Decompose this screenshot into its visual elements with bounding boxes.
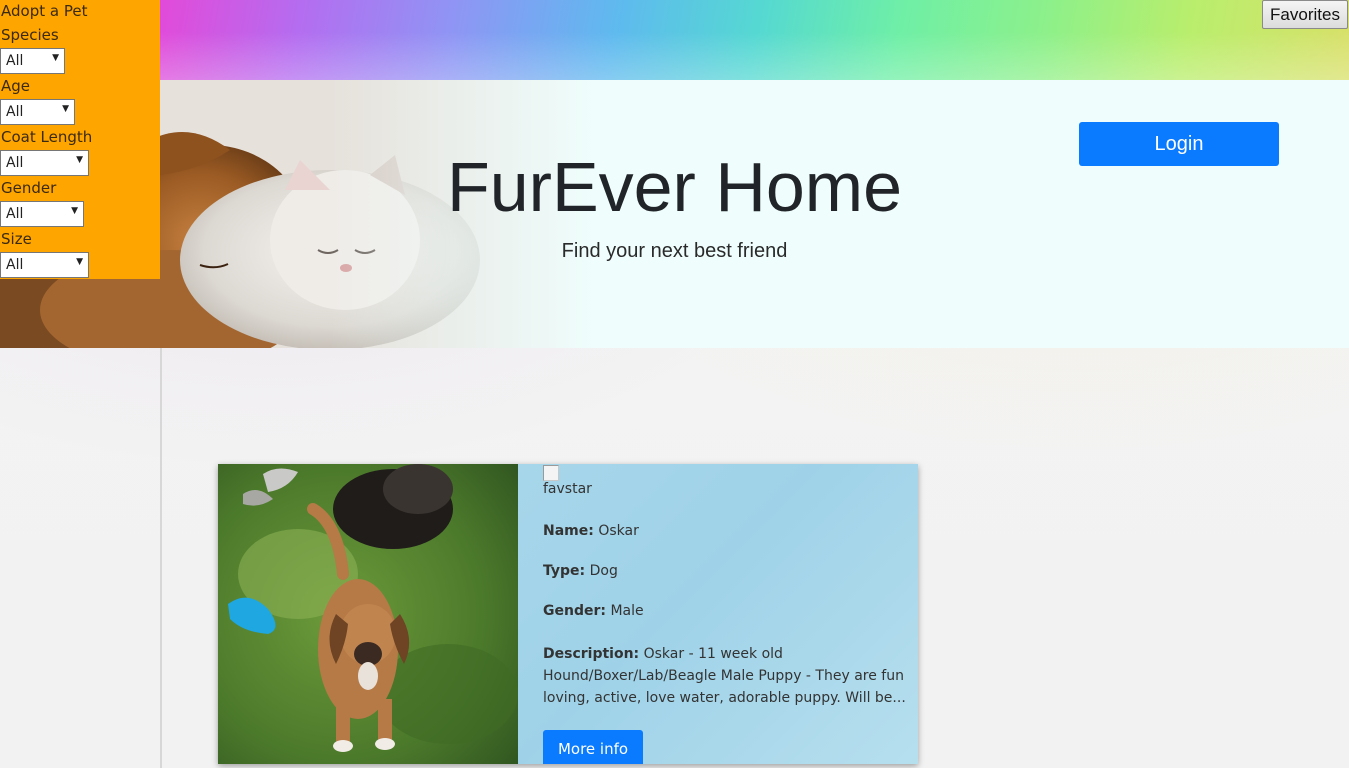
pet-card: favstar Name: Oskar Type: Dog Gender: Ma… (218, 464, 918, 764)
page-subtitle: Find your next best friend (561, 240, 788, 262)
species-filter-label: Species (1, 26, 59, 44)
hero-banner: Login FurEver Home Find your next best f… (0, 80, 1349, 348)
favorites-button[interactable]: Favorites (1262, 0, 1348, 29)
rainbow-banner (160, 0, 1349, 80)
size-filter-label: Size (1, 230, 32, 248)
age-select[interactable]: All ▼ (0, 99, 75, 125)
gender-select-value: All (6, 206, 24, 222)
chevron-down-icon: ▼ (62, 104, 69, 114)
pet-name-value: Oskar (598, 523, 639, 539)
gender-select[interactable]: All ▼ (0, 201, 84, 227)
filter-sidebar: Adopt a Pet Species All ▼ Age All ▼ Coat… (0, 0, 160, 279)
age-select-value: All (6, 104, 24, 120)
pet-name-row: Name: Oskar (543, 523, 639, 539)
chevron-down-icon: ▼ (71, 206, 78, 216)
age-filter-label: Age (1, 77, 31, 95)
pet-type-value: Dog (589, 563, 618, 579)
pet-description: Description: Oskar - 11 week old Hound/B… (543, 643, 915, 709)
pet-gender-label: Gender: (543, 603, 606, 619)
chevron-down-icon: ▼ (52, 53, 59, 63)
size-select-value: All (6, 257, 24, 273)
gender-filter-label: Gender (1, 179, 57, 197)
sidebar-title: Adopt a Pet (1, 2, 88, 20)
pet-gender-value: Male (610, 603, 644, 619)
pet-name-label: Name: (543, 523, 594, 539)
chevron-down-icon: ▼ (76, 257, 83, 267)
pet-type-label: Type: (543, 563, 586, 579)
page-title: FurEver Home (446, 148, 903, 226)
pet-photo[interactable] (218, 464, 518, 764)
favorite-star-icon[interactable]: favstar (543, 465, 592, 497)
pet-gender-row: Gender: Male (543, 603, 644, 619)
chevron-down-icon: ▼ (76, 155, 83, 165)
sidebar-divider (160, 348, 162, 768)
more-info-button[interactable]: More info (543, 730, 643, 764)
pet-description-label: Description: (543, 646, 640, 662)
favstar-alt-text: favstar (543, 481, 592, 497)
coat-length-filter-label: Coat Length (1, 128, 93, 146)
pet-type-row: Type: Dog (543, 563, 618, 579)
size-select[interactable]: All ▼ (0, 252, 89, 278)
species-select-value: All (6, 53, 24, 69)
broken-image-icon (543, 465, 559, 481)
species-select[interactable]: All ▼ (0, 48, 65, 74)
pet-info: favstar Name: Oskar Type: Dog Gender: Ma… (543, 464, 915, 764)
coat-length-select[interactable]: All ▼ (0, 150, 89, 176)
coat-length-select-value: All (6, 155, 24, 171)
